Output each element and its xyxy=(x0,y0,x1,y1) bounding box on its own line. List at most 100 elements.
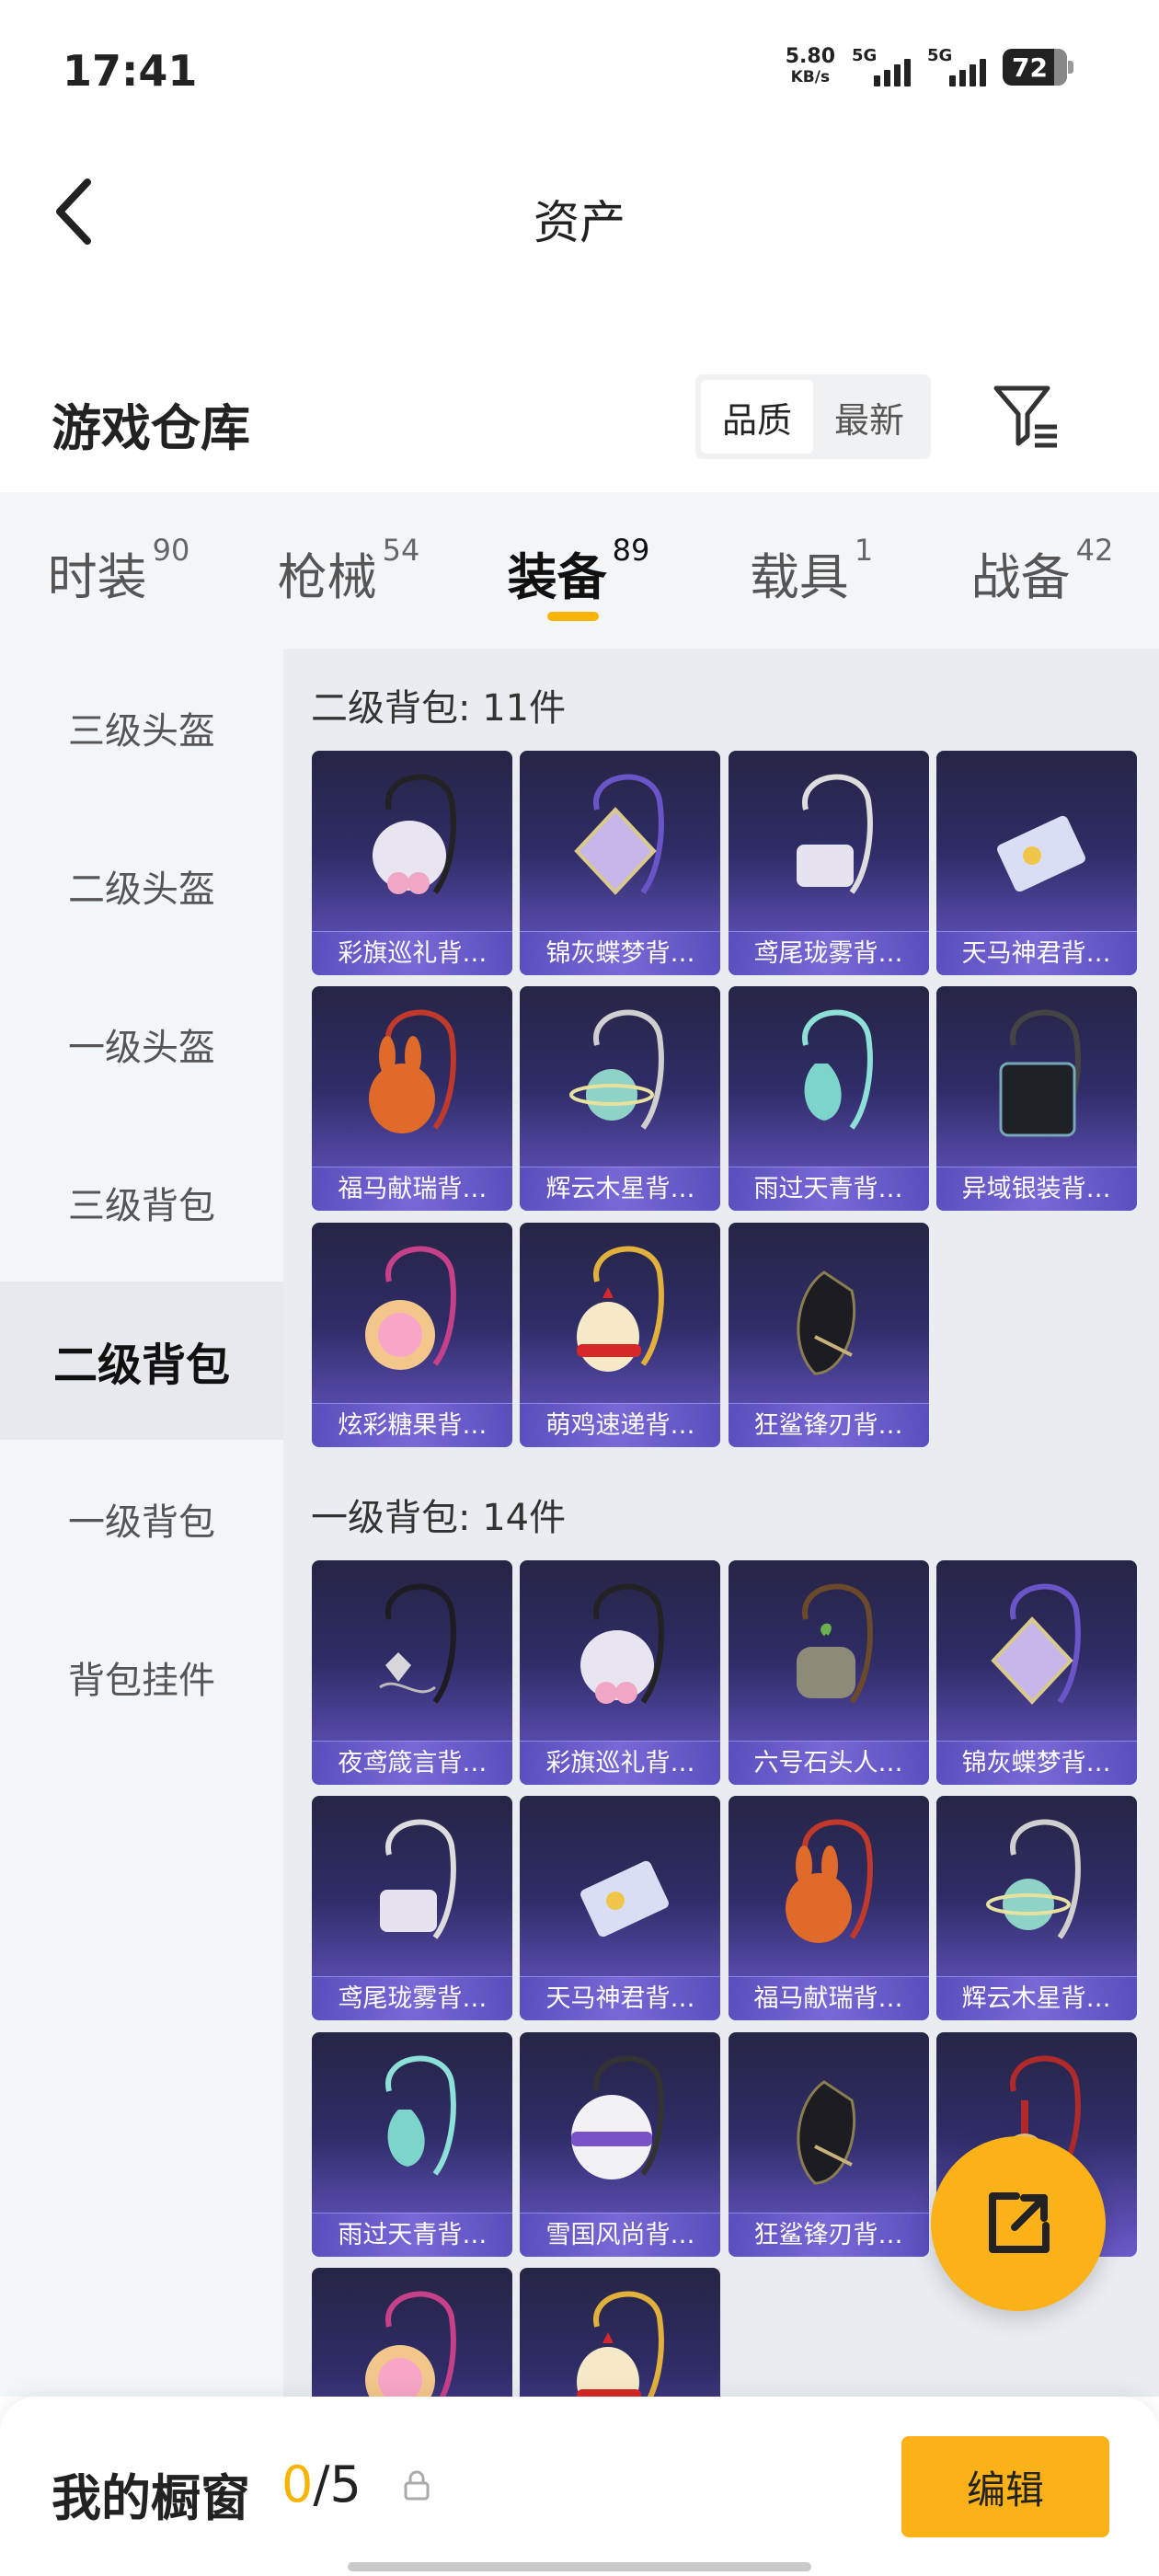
item-card[interactable]: 福马献瑞背… xyxy=(728,1796,929,2021)
section-title: 一级背包: 14件 xyxy=(311,1496,567,1539)
item-card[interactable]: 锦灰蝶梦背… xyxy=(935,1559,1137,1785)
item-name: 雨过天青背… xyxy=(312,2212,513,2257)
item-grid: 二级背包: 11件 彩旗巡礼背… 锦灰蝶梦背… 鸢尾珑雾背… 天马神君背… 福马献瑞背… 辉… xyxy=(283,649,1159,2397)
item-name: 炫彩糖果背… xyxy=(312,1402,513,1447)
diamond-purple-backpack-icon xyxy=(990,1583,1081,1705)
item-name: 锦灰蝶梦背… xyxy=(520,931,721,975)
chick-backpack-icon xyxy=(577,2291,665,2397)
donut-backpack-icon xyxy=(365,2291,457,2397)
status-time: 17:41 xyxy=(63,46,198,96)
white-pouch-backpack-icon xyxy=(796,774,873,894)
tab-label: 枪械 xyxy=(277,548,377,606)
stone-golem-backpack-icon xyxy=(796,1583,873,1704)
warehouse-row: 游戏仓库 品质 最新 xyxy=(0,363,1159,474)
round-white-backpack-icon xyxy=(373,774,457,894)
item-name: 锦灰蝶梦背… xyxy=(935,1740,1137,1785)
item-card[interactable]: 鸢尾珑雾背… xyxy=(312,1796,513,2021)
sidebar-item-2[interactable]: 一级头盔 xyxy=(0,965,283,1123)
tab-count: 1 xyxy=(854,533,874,568)
scroll-backpack-icon xyxy=(580,1861,670,1938)
sort-option-quality[interactable]: 品质 xyxy=(701,380,813,454)
item-card[interactable]: 雨过天青背… xyxy=(312,2031,513,2257)
item-card[interactable]: 雨过天青背… xyxy=(728,986,929,1212)
sidebar-item-4[interactable]: 二级背包 xyxy=(0,1282,283,1440)
item-name: 六号石头人… xyxy=(728,1740,929,1785)
planet-backpack-icon xyxy=(985,1819,1081,1940)
sidebar-item-5[interactable]: 一级背包 xyxy=(0,1440,283,1598)
share-icon xyxy=(989,2192,1050,2253)
sidebar-item-1[interactable]: 二级头盔 xyxy=(0,807,283,965)
page-title: 资产 xyxy=(534,196,625,249)
tab-count: 90 xyxy=(152,533,190,568)
item-card[interactable]: 天马神君背… xyxy=(935,751,1137,975)
showcase-title: 我的橱窗 xyxy=(52,2469,250,2527)
item-card[interactable]: 天马神君背… xyxy=(520,1796,721,2021)
item-name: 福马献瑞背… xyxy=(312,1167,513,1212)
status-icons: 5.80 KB/s 5G 5G 72 xyxy=(785,45,1073,88)
item-name: 天马神君背… xyxy=(935,931,1137,975)
item-card[interactable]: 锦灰蝶梦背… xyxy=(520,751,721,975)
sort-option-latest[interactable]: 最新 xyxy=(813,380,925,454)
item-name: 雨过天青背… xyxy=(728,1167,929,1212)
item-card[interactable]: 彩旗巡礼背… xyxy=(520,1559,721,1785)
sidebar-item-6[interactable]: 背包挂件 xyxy=(0,1598,283,1756)
tab-2[interactable]: 装备 89 xyxy=(460,492,697,649)
chick-backpack-icon xyxy=(577,1246,665,1372)
tab-label: 时装 xyxy=(47,548,147,606)
white-pendant-backpack-icon xyxy=(379,1583,457,1704)
item-card[interactable]: 异域银装背… xyxy=(935,986,1137,1212)
black-tech-backpack-icon xyxy=(999,1009,1081,1137)
item-name: 萌鸡速递背… xyxy=(520,1402,721,1447)
item-card[interactable]: 辉云木星背… xyxy=(935,1796,1137,2021)
item-card[interactable]: 雪国风尚背… xyxy=(520,2031,721,2257)
edit-button[interactable]: 编辑 xyxy=(901,2436,1109,2537)
sort-toggle: 品质 最新 xyxy=(695,374,931,459)
battery-level: 72 xyxy=(1012,52,1048,83)
item-card[interactable]: 六号石头人… xyxy=(728,1559,929,1785)
tab-0[interactable]: 时装 90 xyxy=(0,492,237,649)
tab-3[interactable]: 载具 1 xyxy=(697,492,925,649)
item-card[interactable]: 辉云木星背… xyxy=(520,986,721,1212)
item-name: 雪国风尚背… xyxy=(520,2212,721,2257)
item-card[interactable]: 鸢尾珑雾背… xyxy=(728,751,929,975)
item-card[interactable]: 狂鲨锋刃背… xyxy=(728,2031,929,2257)
tab-label: 装备 xyxy=(507,548,607,606)
tab-label: 载具 xyxy=(749,548,849,606)
shark-backpack-icon xyxy=(796,1270,855,1375)
item-name: 狂鲨锋刃背… xyxy=(728,2212,929,2257)
item-card[interactable]: 夜鸢箴言背… xyxy=(312,1559,513,1785)
item-name: 狂鲨锋刃背… xyxy=(728,1402,929,1447)
sidebar-item-0[interactable]: 三级头盔 xyxy=(0,649,283,807)
tab-count: 54 xyxy=(382,533,420,568)
share-button[interactable] xyxy=(931,2136,1106,2311)
page-header: 资产 xyxy=(0,147,1159,276)
shark-backpack-icon xyxy=(796,2079,855,2185)
scroll-backpack-icon xyxy=(996,815,1085,892)
item-name: 天马神君背… xyxy=(520,1976,721,2021)
round-white-backpack-icon xyxy=(580,1583,665,1704)
item-name: 彩旗巡礼背… xyxy=(312,931,513,975)
tab-4[interactable]: 战备 42 xyxy=(925,492,1159,649)
tab-label: 战备 xyxy=(970,548,1071,606)
item-card[interactable]: 炫彩糖果背… xyxy=(312,1222,513,1447)
signal-icon: 5G xyxy=(852,46,911,88)
item-card[interactable] xyxy=(312,2267,513,2397)
filter-button[interactable] xyxy=(984,374,1067,457)
tab-1[interactable]: 枪械 54 xyxy=(237,492,460,649)
planet-backpack-icon xyxy=(569,1009,665,1131)
network-speed-unit: KB/s xyxy=(790,68,831,86)
donut-backpack-icon xyxy=(365,1246,457,1370)
item-card[interactable]: 狂鲨锋刃背… xyxy=(728,1222,929,1447)
sidebar-item-3[interactable]: 三级背包 xyxy=(0,1123,283,1282)
filter-icon xyxy=(993,385,1057,448)
network-speed-value: 5.80 xyxy=(785,45,835,68)
item-name: 鸢尾珑雾背… xyxy=(728,931,929,975)
section-title: 二级背包: 11件 xyxy=(311,687,567,730)
orange-bunny-backpack-icon xyxy=(369,1009,457,1134)
active-tab-indicator xyxy=(547,612,599,621)
item-card[interactable]: 彩旗巡礼背… xyxy=(312,751,513,975)
item-name: 辉云木星背… xyxy=(935,1976,1137,2021)
item-card[interactable]: 萌鸡速递背… xyxy=(520,1222,721,1447)
item-card[interactable] xyxy=(520,2267,721,2397)
item-card[interactable]: 福马献瑞背… xyxy=(312,986,513,1212)
